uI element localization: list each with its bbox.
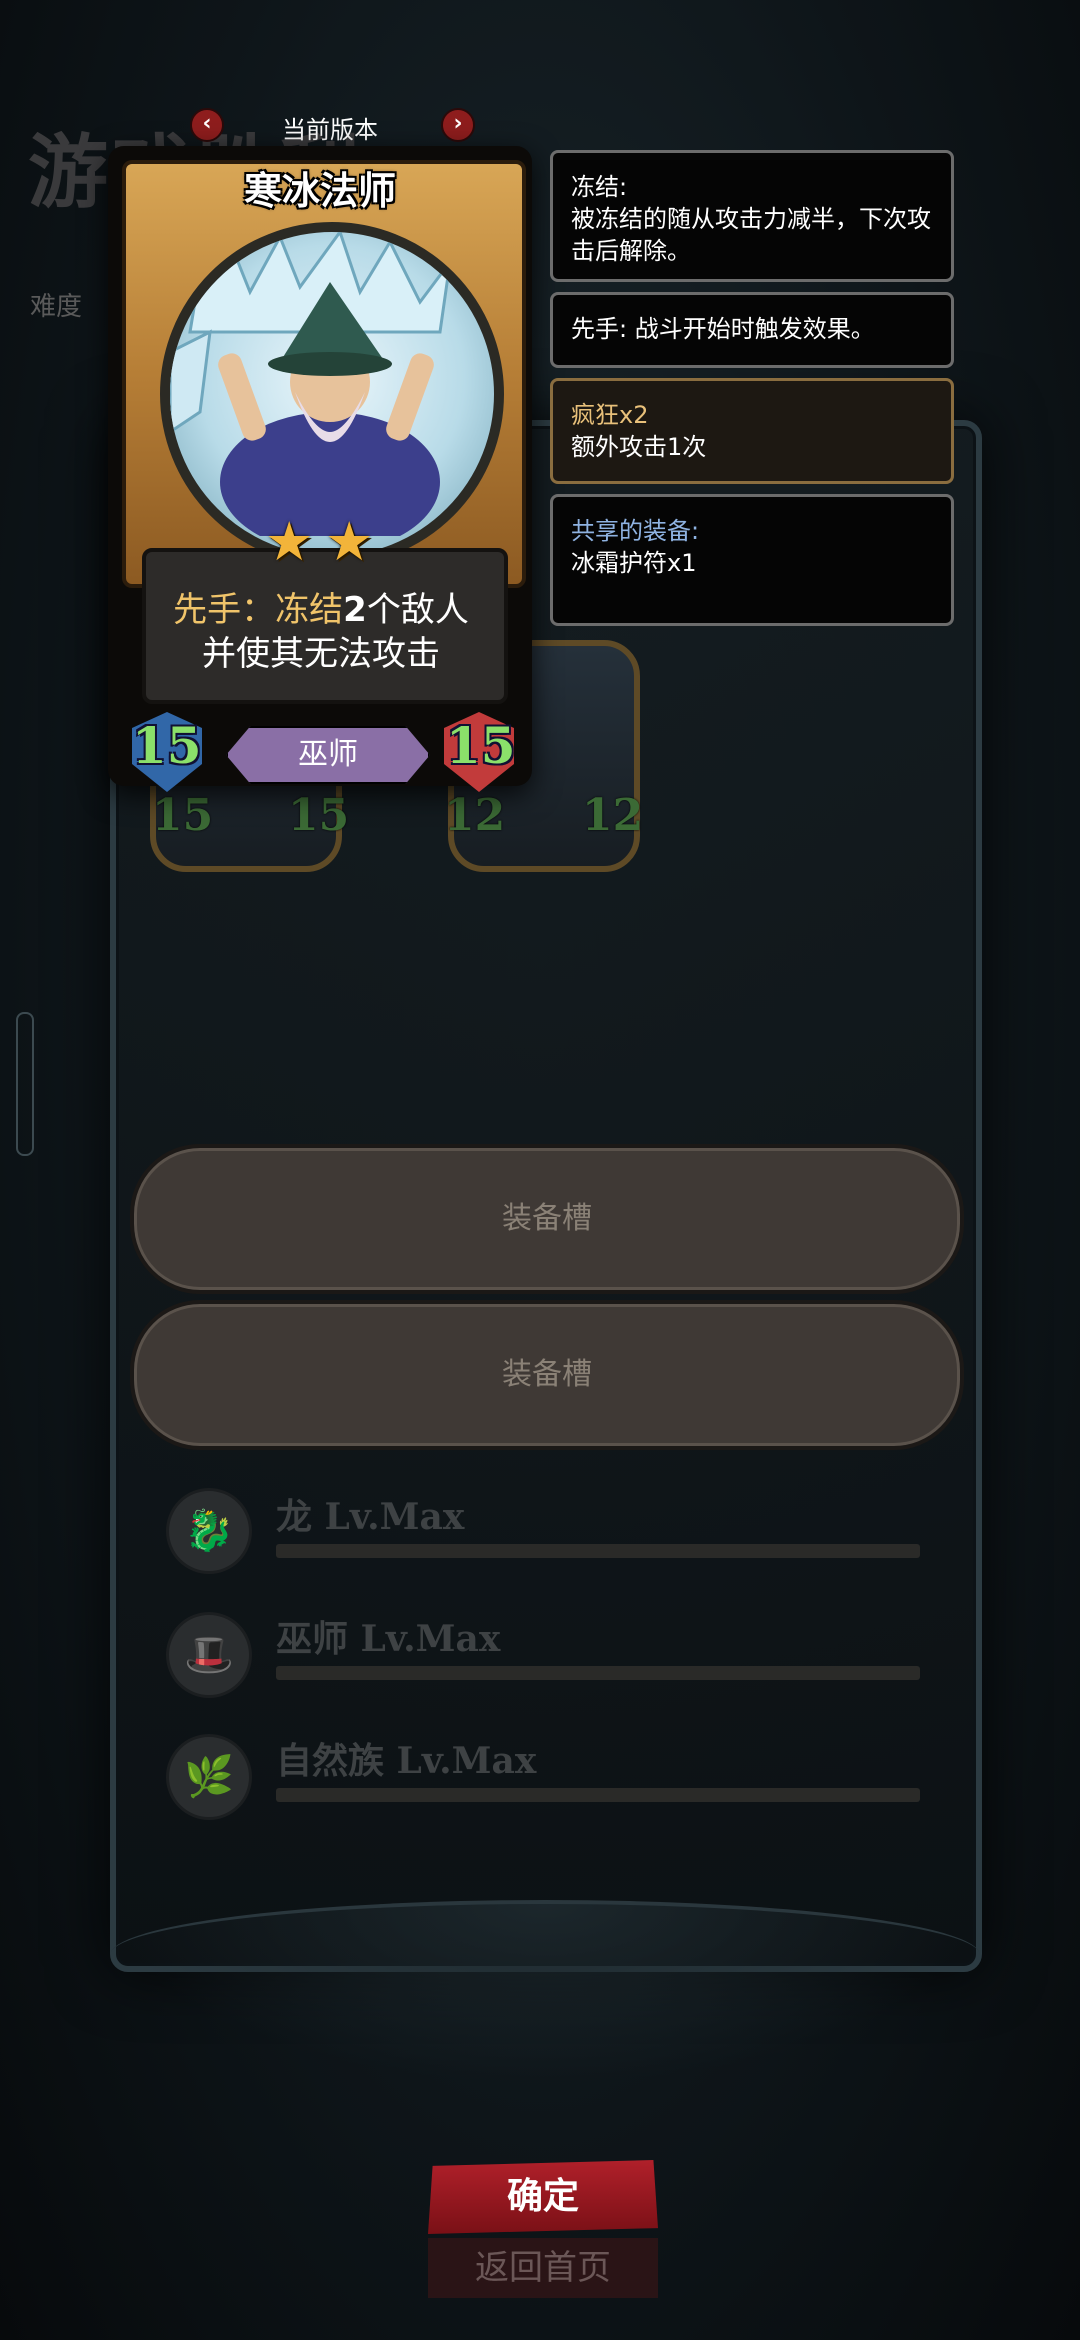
difficulty-label: 难度 xyxy=(30,292,83,322)
equipment-slot[interactable]: 装备槽 xyxy=(130,1300,964,1450)
tooltip-shared-equipment: 共享的装备: 冰霜护符x1 xyxy=(550,494,954,626)
star-icon: ★ xyxy=(265,510,314,573)
return-home-button[interactable]: 返回首页 xyxy=(428,2238,658,2298)
token-attack: 12 xyxy=(444,790,506,841)
tooltip-body: 先手: 战斗开始时触发效果。 xyxy=(571,315,875,343)
nature-icon: 🌿 xyxy=(166,1734,252,1820)
card-tribe: 巫师 xyxy=(226,726,430,784)
synergy-progress-bar xyxy=(276,1666,920,1680)
wizard-illustration xyxy=(170,232,452,552)
dragon-icon: 🐉 xyxy=(166,1488,252,1574)
chevron-right-icon[interactable]: › xyxy=(441,108,475,142)
description-prefix: 先手： xyxy=(173,590,276,630)
tooltip-frenzy: 疯狂x2 额外攻击1次 xyxy=(550,378,954,484)
tooltip-title: 冻结: xyxy=(571,173,628,201)
token-health: 12 xyxy=(582,790,644,841)
description-line2: 并使其无法攻击 xyxy=(202,634,440,674)
version-label: 当前版本 xyxy=(282,116,378,144)
equipment-slot[interactable]: 装备槽 xyxy=(130,1144,964,1294)
chevron-left-icon[interactable]: ‹ xyxy=(190,108,224,142)
tooltip-title: 疯狂x2 xyxy=(571,401,649,429)
tooltip-title: 共享的装备: xyxy=(571,517,700,545)
card-attack: 15 xyxy=(132,716,202,775)
synergy-progress-bar xyxy=(276,1788,920,1802)
tooltip-first-strike: 先手: 战斗开始时触发效果。 xyxy=(550,292,954,368)
description-rest: 个敌人 xyxy=(366,590,469,630)
synergy-title: 龙 Lv.Max xyxy=(276,1496,465,1538)
tooltip-body: 额外攻击1次 xyxy=(571,433,707,461)
synergy-title: 巫师 Lv.Max xyxy=(276,1618,501,1660)
token-health: 15 xyxy=(288,790,350,841)
card-health: 15 xyxy=(446,716,516,775)
description-keyword: 冻结 xyxy=(275,590,344,630)
panel-arch-decoration xyxy=(110,1900,980,2084)
star-icon: ★ xyxy=(325,510,374,573)
synergy-progress-bar xyxy=(276,1544,920,1558)
card-description: 先手：冻结2个敌人 并使其无法攻击 xyxy=(142,588,500,676)
description-number: 2 xyxy=(343,590,367,630)
confirm-button[interactable]: 确定 xyxy=(428,2160,658,2234)
wizard-hat-icon: 🎩 xyxy=(166,1612,252,1698)
tooltip-body: 被冻结的随从攻击力减半，下次攻击后解除。 xyxy=(571,205,931,265)
token-attack: 15 xyxy=(152,790,214,841)
tooltip-body: 冰霜护符x1 xyxy=(571,549,697,577)
tooltip-freeze: 冻结: 被冻结的随从攻击力减半，下次攻击后解除。 xyxy=(550,150,954,282)
synergy-title: 自然族 Lv.Max xyxy=(276,1740,537,1782)
side-scroll-indicator xyxy=(16,1012,34,1156)
card-name: 寒冰法师 xyxy=(243,169,396,213)
